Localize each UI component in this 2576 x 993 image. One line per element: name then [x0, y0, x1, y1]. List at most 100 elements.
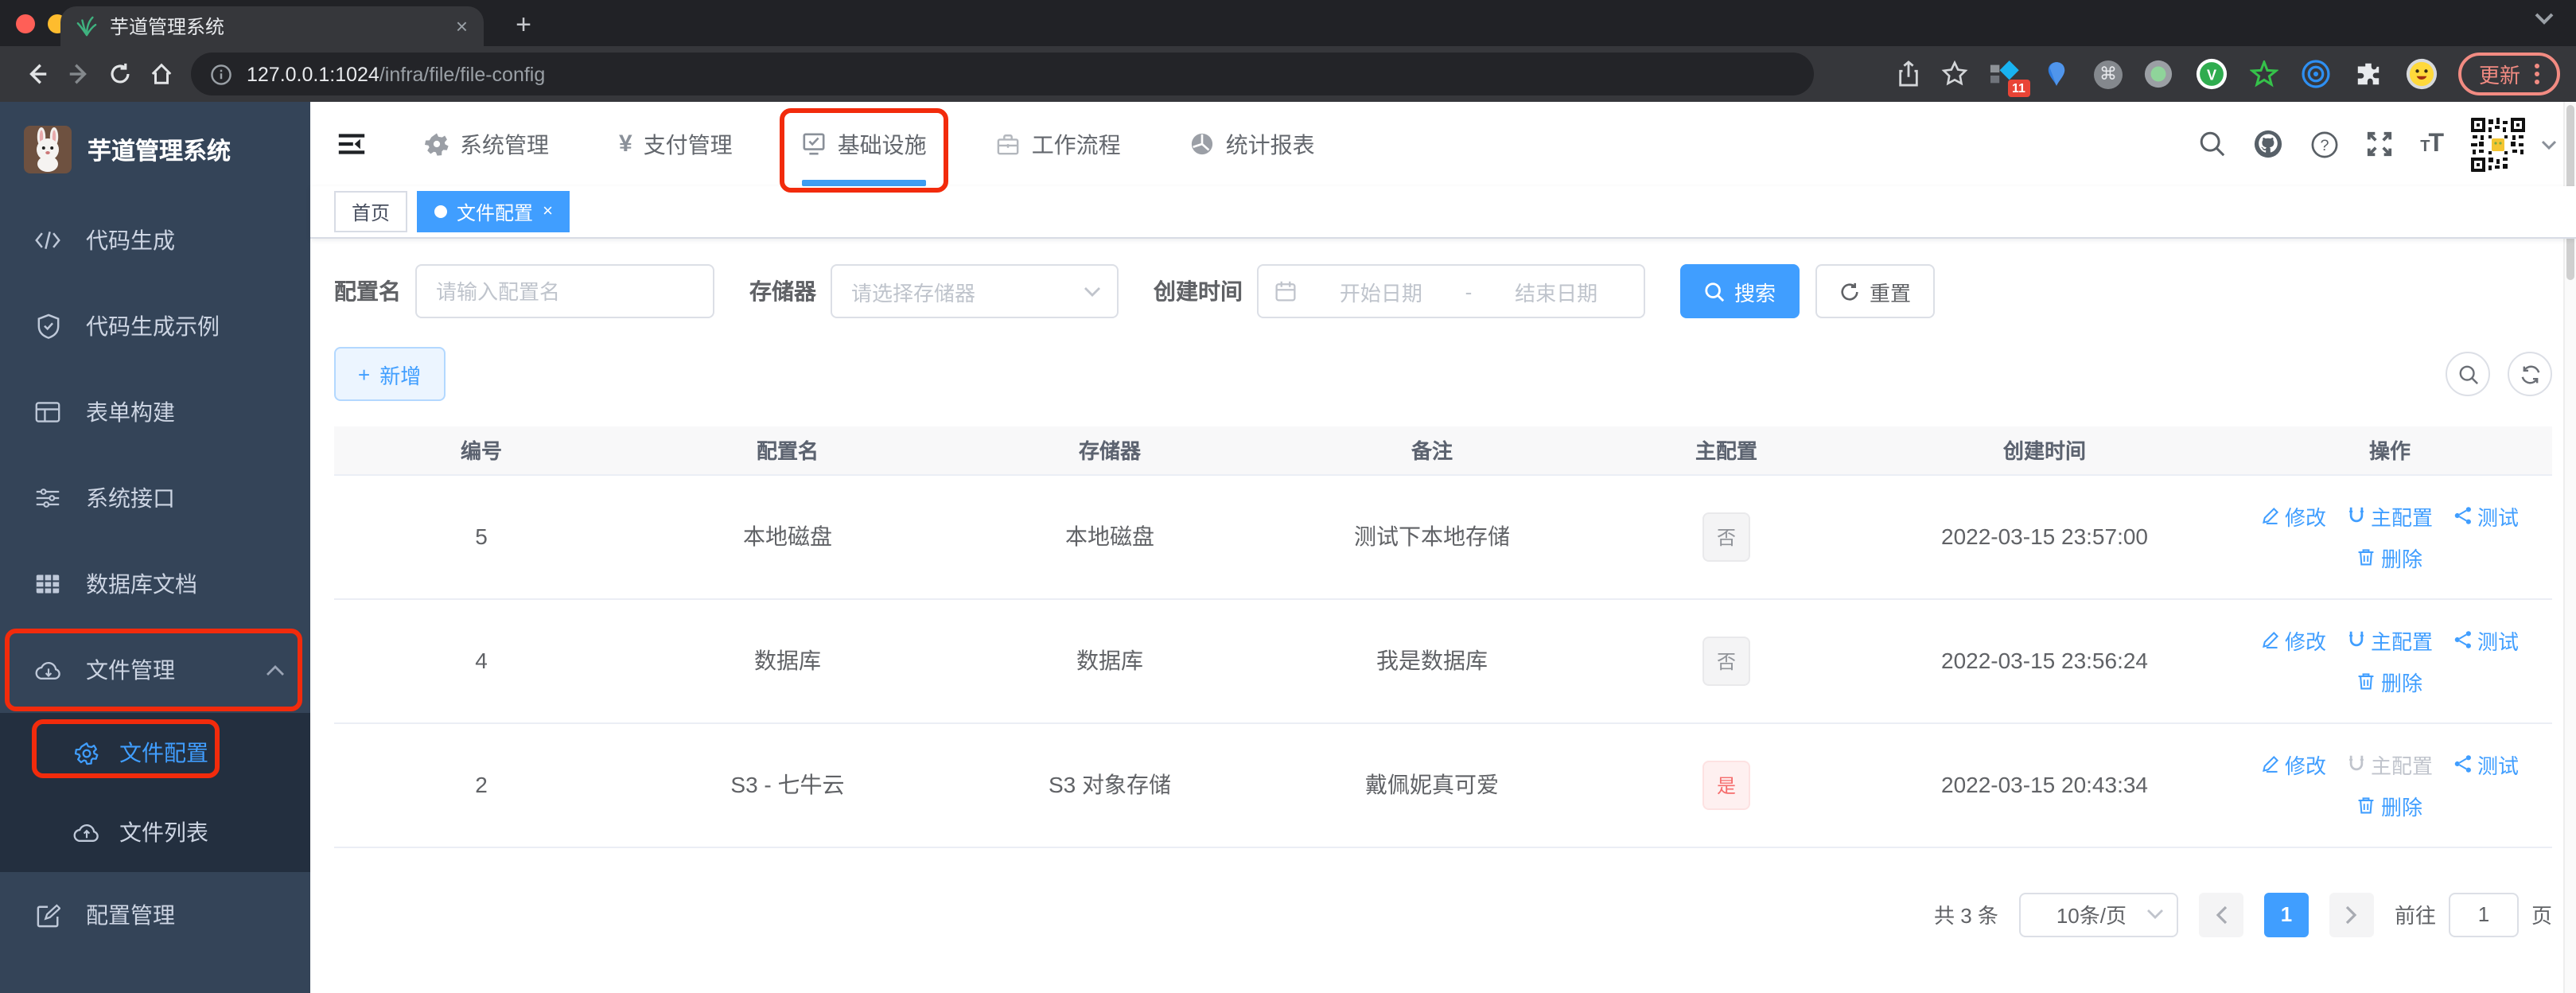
sidebar-item-form-builder[interactable]: 表单构建 — [0, 369, 310, 455]
prev-page-button[interactable] — [2198, 892, 2243, 937]
search-button[interactable]: 搜索 — [1680, 264, 1800, 318]
test-link[interactable]: 测试 — [2453, 749, 2519, 779]
sidebar-item-file-list[interactable]: 文件列表 — [0, 792, 310, 872]
reload-icon[interactable] — [99, 53, 140, 95]
edit-link[interactable]: 修改 — [2261, 625, 2326, 655]
search-icon[interactable] — [2199, 130, 2226, 158]
tag-home[interactable]: 首页 — [334, 191, 408, 232]
ext-balloon-icon[interactable] — [2041, 58, 2073, 90]
page-number-current[interactable]: 1 — [2263, 892, 2309, 937]
bookmark-star-icon[interactable] — [1941, 60, 1968, 88]
top-navbar: 系统管理 ¥ 支付管理 基础设施 工作流程 统计报表 ? TT — [310, 102, 2576, 193]
nav-item-workflow[interactable]: 工作流程 — [997, 102, 1121, 186]
date-range-picker[interactable]: 开始日期 - 结束日期 — [1257, 264, 1645, 318]
sidebar-item-config-manage[interactable]: 配置管理 — [0, 872, 310, 958]
dot-icon — [434, 205, 448, 218]
forward-icon[interactable] — [57, 53, 99, 95]
code-icon — [33, 229, 62, 251]
chevron-down-icon[interactable] — [2535, 13, 2554, 25]
new-tab-button[interactable]: + — [503, 5, 544, 46]
ext-v-green-icon[interactable]: V — [2196, 58, 2228, 90]
cell-actions: 修改 主配置 测试 删除 — [2228, 598, 2552, 723]
delete-link[interactable]: 删除 — [2357, 666, 2422, 696]
range-separator: - — [1465, 279, 1473, 303]
fullscreen-icon[interactable] — [2366, 130, 2393, 158]
header-storage: 存储器 — [947, 426, 1273, 474]
chevron-down-icon[interactable] — [2541, 139, 2557, 149]
main-config-link[interactable]: 主配置 — [2347, 625, 2433, 655]
yen-icon: ¥ — [619, 130, 632, 158]
back-icon[interactable] — [16, 53, 57, 95]
ext-star-green-icon[interactable] — [2248, 58, 2280, 90]
add-button[interactable]: + 新增 — [334, 347, 446, 401]
close-icon[interactable]: × — [543, 202, 553, 221]
browser-tab[interactable]: 芋道管理系统 × — [60, 6, 484, 46]
edit-link[interactable]: 修改 — [2261, 500, 2326, 531]
tab-close-icon[interactable]: × — [456, 14, 468, 38]
url-host: 127.0.0.1:1024 — [247, 63, 379, 85]
puzzle-icon[interactable] — [2353, 58, 2385, 90]
main-config-link[interactable]: 主配置 — [2347, 500, 2433, 531]
sidebar-item-db-doc[interactable]: 数据库文档 — [0, 541, 310, 627]
close-window-button[interactable] — [16, 14, 35, 33]
page-size-select[interactable]: 10条/页 — [2018, 892, 2178, 937]
more-dots-icon[interactable] — [2535, 64, 2539, 84]
next-page-button[interactable] — [2329, 892, 2374, 937]
ext-command-icon[interactable]: ⌘ — [2093, 60, 2123, 88]
sidebar-item-code-gen[interactable]: 代码生成 — [0, 197, 310, 283]
pagination: 共 3 条 10条/页 1 前往 页 — [334, 892, 2552, 937]
font-size-icon[interactable]: TT — [2420, 130, 2444, 158]
sidebar-item-system-api[interactable]: 系统接口 — [0, 455, 310, 541]
nav-item-report[interactable]: 统计报表 — [1191, 102, 1315, 186]
user-avatar-qr[interactable] — [2469, 115, 2527, 173]
screen: 芋道管理系统 × + 127.0.0.1:1024/infra/file/fil… — [0, 0, 2576, 993]
ext-emoji-icon[interactable] — [2406, 58, 2438, 90]
delete-link[interactable]: 删除 — [2357, 542, 2422, 572]
nav-item-system[interactable]: 系统管理 — [425, 102, 549, 186]
home-icon[interactable] — [140, 53, 181, 95]
logo-row[interactable]: 芋道管理系统 — [0, 102, 310, 197]
nav-item-payment[interactable]: ¥ 支付管理 — [619, 102, 733, 186]
app-title: 芋道管理系统 — [88, 138, 232, 165]
test-link[interactable]: 测试 — [2453, 500, 2519, 531]
ext-eye-blue-icon[interactable] — [2301, 58, 2333, 90]
test-link[interactable]: 测试 — [2453, 625, 2519, 655]
storage-select[interactable]: 请选择存储器 — [831, 264, 1119, 318]
config-name-label: 配置名 — [334, 278, 401, 304]
ext-grey-circle-icon[interactable] — [2143, 58, 2175, 90]
ext-diamond-icon[interactable]: 11 — [1989, 58, 2030, 96]
cell-name: 本地磁盘 — [628, 473, 947, 599]
cell-remark: 戴佩妮真可爱 — [1273, 722, 1591, 847]
config-name-input[interactable] — [415, 264, 714, 318]
reset-button[interactable]: 重置 — [1815, 264, 1936, 318]
table-tools — [2446, 352, 2552, 396]
navbar-right: ? TT — [2199, 115, 2576, 173]
cell-main: 是 — [1591, 722, 1862, 847]
sidebar-item-file-config[interactable]: 文件配置 — [0, 713, 310, 792]
address-bar[interactable]: 127.0.0.1:1024/infra/file/file-config — [191, 53, 1814, 95]
github-icon[interactable] — [2253, 129, 2283, 159]
help-icon[interactable]: ? — [2310, 130, 2339, 158]
svg-text:?: ? — [2321, 136, 2329, 154]
cell-id: 4 — [334, 598, 628, 723]
update-button[interactable]: 更新 — [2457, 53, 2560, 95]
tag-file-config[interactable]: 文件配置 × — [417, 191, 570, 232]
nav-item-infra[interactable]: 基础设施 — [780, 102, 949, 193]
table-header-row: 编号 配置名 存储器 备注 主配置 创建时间 操作 — [334, 426, 2552, 474]
file-config-table: 编号 配置名 存储器 备注 主配置 创建时间 操作 5 本地磁盘 本地磁盘 测试… — [334, 426, 2552, 847]
collapse-menu-icon[interactable] — [331, 123, 372, 165]
header-remark: 备注 — [1273, 426, 1591, 474]
sidebar-item-file-manage[interactable]: 文件管理 — [0, 627, 310, 713]
share-icon[interactable] — [1897, 60, 1920, 88]
toggle-search-button[interactable] — [2446, 352, 2490, 396]
cloud-download-icon — [33, 658, 62, 682]
info-icon[interactable] — [210, 63, 232, 85]
goto-page-input[interactable] — [2448, 892, 2519, 937]
delete-link[interactable]: 删除 — [2357, 790, 2422, 820]
edit-link[interactable]: 修改 — [2261, 749, 2326, 779]
sidebar: 芋道管理系统 代码生成 代码生成示例 表单构建 系统接口 数据库文档 文件管理 … — [0, 102, 310, 993]
cell-remark: 我是数据库 — [1273, 598, 1591, 723]
sidebar-item-code-demo[interactable]: 代码生成示例 — [0, 283, 310, 369]
refresh-table-button[interactable] — [2508, 352, 2552, 396]
main-config-link-disabled[interactable]: 主配置 — [2347, 749, 2433, 779]
